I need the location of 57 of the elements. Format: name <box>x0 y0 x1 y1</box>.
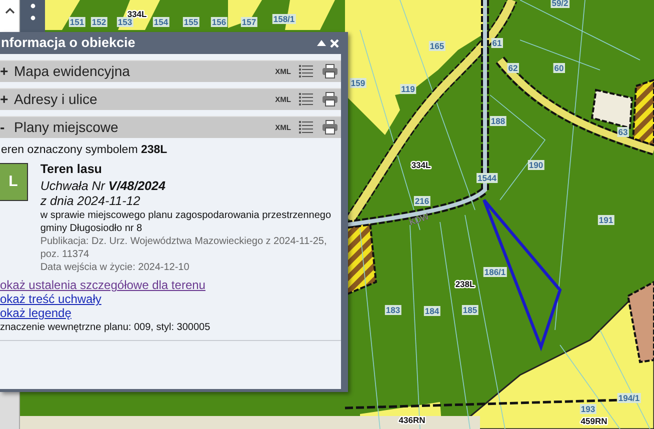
parcel-number: 188 <box>490 116 506 126</box>
publication-info: Publikacja: Dz. Urz. Województwa Mazowieckiego z 2024-11-25, poz. 11374 <box>40 235 328 262</box>
road-name: KDW <box>408 211 430 228</box>
parcel-number: 154 <box>154 17 168 27</box>
parcel-number: 190 <box>528 160 544 170</box>
parcel-number: 165 <box>430 41 444 51</box>
list-icon[interactable] <box>299 93 313 106</box>
panel-title: nformacja o obiekcie <box>1 34 136 52</box>
parcel-number: 186/1 <box>484 267 506 277</box>
print-icon[interactable] <box>322 120 338 135</box>
parcel-number: 60 <box>554 63 564 73</box>
plan-note: znaczenie wewnętrzne planu: 009, styl: 300005 <box>0 320 341 342</box>
plan-link[interactable]: okaż legendę <box>0 306 72 320</box>
parcel-number: 151 <box>70 17 84 27</box>
parcel-number: 153 <box>118 17 132 27</box>
parcel-number: 61 <box>492 38 502 48</box>
parcel-number: 59/2 <box>552 0 568 8</box>
parcel-number: 216 <box>414 196 430 206</box>
zone-symbol: 436RN <box>398 415 426 425</box>
zone-symbol: L <box>0 163 28 202</box>
parcel-number: 193 <box>580 404 596 414</box>
parcel-number: 119 <box>401 84 415 94</box>
resolution-number: Uchwała Nr V/48/2024 <box>40 179 166 194</box>
parcel-number: 157 <box>242 17 256 27</box>
print-icon[interactable] <box>322 92 338 107</box>
resolution-date: z dnia 2024-11-12 <box>40 194 142 210</box>
parcel-number: 159 <box>350 78 366 88</box>
effective-date: Data wejścia w życie: 2024-12-10 <box>40 261 190 274</box>
parcel-number: 62 <box>508 63 518 73</box>
close-icon[interactable] <box>330 38 339 48</box>
chevron-up-icon[interactable] <box>5 7 15 14</box>
parcel-number: 156 <box>212 17 226 27</box>
zone-symbol: 334L <box>127 9 147 19</box>
parcel-number: 158/1 <box>273 14 295 24</box>
plan-link[interactable]: okaż treść uchwały <box>0 292 102 306</box>
parcel-number: 155 <box>184 17 198 27</box>
parcel-number: 63 <box>618 127 628 137</box>
zone-symbol: 238L <box>455 279 475 289</box>
parcel-number: 191 <box>598 215 614 225</box>
parcel-number: 183 <box>386 305 400 315</box>
parcel-number: 194/1 <box>618 393 640 403</box>
resolution-subject: w sprawie miejscowego planu zagospodarowania przestrzennego gminy Długosiodło nr 8 <box>40 209 332 236</box>
zone-name: Teren lasu <box>40 163 103 176</box>
zone-symbol: 459RN <box>580 416 608 426</box>
parcel-number: 185 <box>462 305 478 315</box>
more-menu-icon[interactable] <box>30 3 36 21</box>
print-icon[interactable] <box>322 64 338 79</box>
parcel-number: 152 <box>92 17 106 27</box>
plan-link[interactable]: okaż ustalenia szczegółowe dla terenu <box>0 278 206 292</box>
sidebar-panel <box>0 392 20 429</box>
list-icon[interactable] <box>299 65 313 78</box>
zone-description: eren oznaczony symbolem 238L <box>1 143 168 158</box>
parcel-number: 1544 <box>478 173 496 183</box>
zone-symbol: 334L <box>411 160 431 170</box>
collapse-icon[interactable] <box>317 40 326 46</box>
list-icon[interactable] <box>299 121 313 134</box>
parcel-number: 184 <box>424 306 440 316</box>
